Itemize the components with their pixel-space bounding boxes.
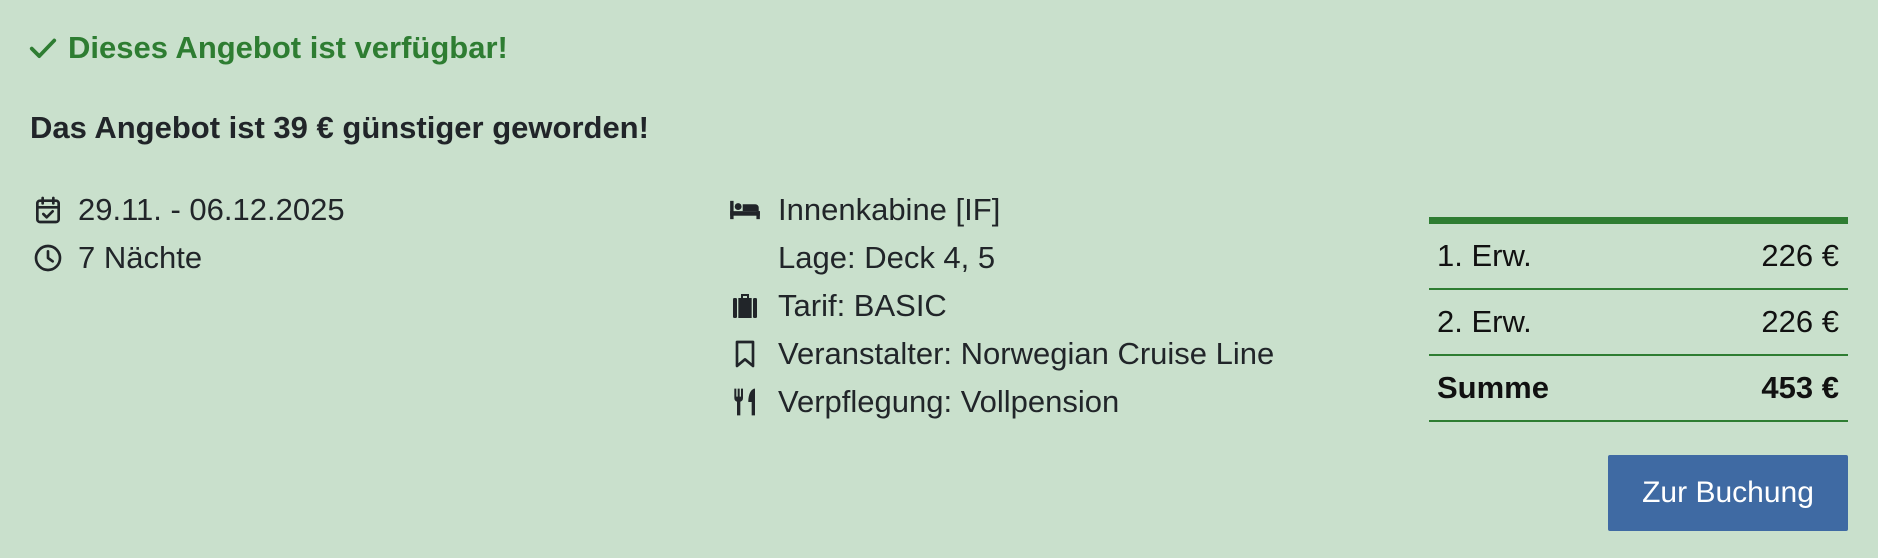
price-row: 2. Erw. 226 € (1429, 290, 1848, 356)
total-label: Summe (1437, 370, 1549, 405)
price-label: 2. Erw. (1437, 304, 1532, 339)
trip-nights: 7 Nächte (78, 240, 203, 275)
utensils-icon (726, 384, 764, 420)
trip-info: 29.11. - 06.12.2025 7 Nächte (30, 186, 345, 282)
price-total-row: Summe 453 € (1429, 356, 1848, 422)
tariff-row: Tarif: BASIC (726, 282, 1274, 330)
check-icon (29, 38, 57, 58)
cabin-location: Lage: Deck 4, 5 (778, 240, 996, 275)
availability-status: Dieses Angebot ist verfügbar! (28, 30, 508, 66)
operator-row: Veranstalter: Norwegian Cruise Line (726, 330, 1274, 378)
price-value: 226 € (1761, 304, 1839, 339)
total-value: 453 € (1761, 370, 1839, 405)
cabin-type-row: Innenkabine [IF] (726, 186, 1274, 234)
board: Verpflegung: Vollpension (778, 384, 1120, 419)
trip-dates: 29.11. - 06.12.2025 (78, 192, 345, 227)
bed-icon (726, 192, 764, 228)
tariff: Tarif: BASIC (778, 288, 947, 323)
calendar-check-icon (30, 192, 66, 228)
availability-text: Dieses Angebot ist verfügbar! (68, 30, 508, 65)
cabin-info: Innenkabine [IF] Lage: Deck 4, 5 Tarif: … (726, 186, 1274, 426)
board-row: Verpflegung: Vollpension (726, 378, 1274, 426)
price-label: 1. Erw. (1437, 238, 1532, 273)
suitcase-icon (726, 288, 764, 324)
operator: Veranstalter: Norwegian Cruise Line (778, 336, 1275, 371)
trip-dates-row: 29.11. - 06.12.2025 (30, 186, 345, 234)
book-button[interactable]: Zur Buchung (1608, 455, 1848, 531)
clock-icon (30, 240, 66, 276)
price-value: 226 € (1761, 238, 1839, 273)
price-table: 1. Erw. 226 € 2. Erw. 226 € Summe 453 € (1429, 217, 1848, 422)
trip-nights-row: 7 Nächte (30, 234, 345, 282)
cabin-location-row: Lage: Deck 4, 5 (726, 234, 1274, 282)
cabin-type: Innenkabine [IF] (778, 192, 1001, 227)
offer-panel: Dieses Angebot ist verfügbar! Das Angebo… (0, 0, 1878, 558)
price-drop-notice: Das Angebot ist 39 € günstiger geworden! (30, 110, 649, 145)
price-row: 1. Erw. 226 € (1429, 224, 1848, 290)
bookmark-icon (726, 336, 764, 372)
